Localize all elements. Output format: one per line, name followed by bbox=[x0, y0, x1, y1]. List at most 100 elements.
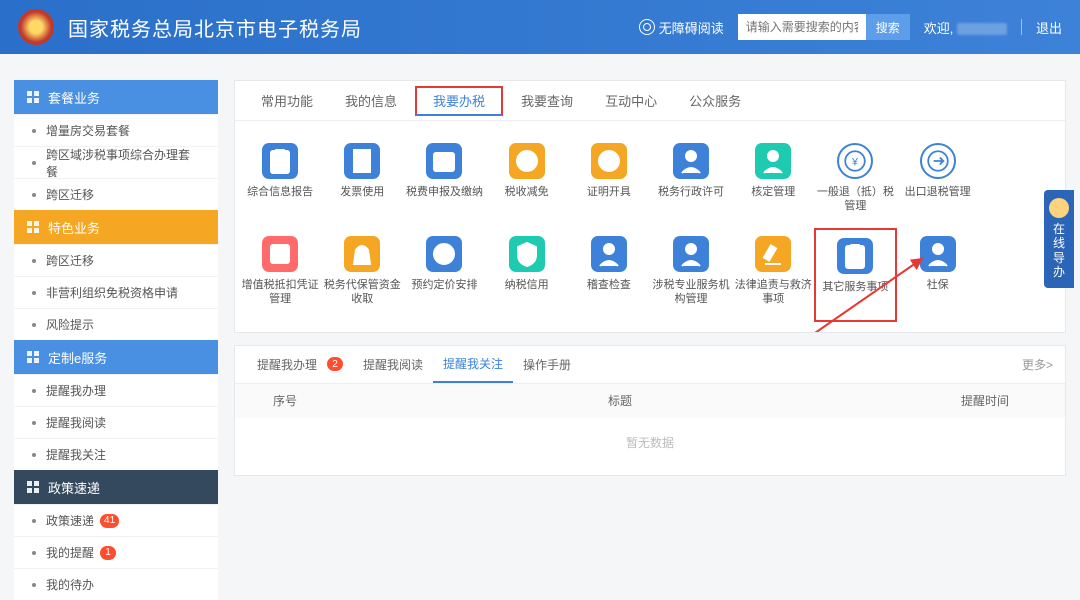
float-help-widget[interactable]: 在 线 导 办 bbox=[1044, 190, 1074, 288]
empty-state: 暂无数据 bbox=[235, 418, 1065, 475]
service-grid-item[interactable]: 预约定价安排 bbox=[403, 228, 485, 322]
main-tabs: 常用功能我的信息我要办税我要查询互动中心公众服务 bbox=[235, 81, 1065, 121]
service-grid-item[interactable]: 纳税信用 bbox=[486, 228, 568, 322]
clipboard-icon bbox=[262, 143, 298, 179]
refund-icon: ¥ bbox=[837, 143, 873, 179]
sidebar-group-header[interactable]: 政策速递 bbox=[14, 470, 218, 504]
service-grid-item[interactable]: ¥税收减免 bbox=[486, 135, 568, 228]
sidebar-item-label: 提醒我阅读 bbox=[46, 414, 106, 431]
sidebar-item-label: 增量房交易套餐 bbox=[46, 122, 130, 139]
app-logo bbox=[18, 9, 54, 45]
service-grid-item[interactable]: 税费申报及缴纳 bbox=[403, 135, 485, 228]
service-grid-item[interactable]: 其它服务事项 bbox=[814, 228, 896, 322]
service-grid-item[interactable]: 稽查检查 bbox=[568, 228, 650, 322]
sidebar-item[interactable]: 提醒我阅读 bbox=[14, 406, 218, 438]
sidebar-item-label: 跨区迁移 bbox=[46, 186, 94, 203]
sidebar-item[interactable]: 非营利组织免税资格申请 bbox=[14, 276, 218, 308]
service-label: 证明开具 bbox=[587, 185, 631, 211]
sidebar-item-label: 提醒我办理 bbox=[46, 382, 106, 399]
service-label: 稽查检查 bbox=[587, 278, 631, 304]
service-grid-item[interactable]: 核定管理 bbox=[732, 135, 814, 228]
badge: 1 bbox=[100, 546, 116, 560]
service-label: 核定管理 bbox=[751, 185, 795, 211]
service-grid-item[interactable]: 出口退税管理 bbox=[897, 135, 979, 228]
reminder-tab-label: 提醒我阅读 bbox=[363, 356, 423, 373]
sidebar-item[interactable]: 跨区迁移 bbox=[14, 244, 218, 276]
main-tab[interactable]: 我要办税 bbox=[415, 86, 503, 116]
sidebar-item-label: 我的提醒 bbox=[46, 544, 94, 561]
receipt-icon bbox=[344, 143, 380, 179]
badge: 41 bbox=[100, 514, 119, 528]
sidebar-item-label: 风险提示 bbox=[46, 316, 94, 333]
badge: 2 bbox=[327, 357, 343, 371]
sidebar-group-title: 套餐业务 bbox=[48, 88, 100, 107]
sidebar: 套餐业务增量房交易套餐跨区域涉税事项综合办理套餐跨区迁移特色业务跨区迁移非营利组… bbox=[14, 80, 218, 600]
float-l4: 办 bbox=[1053, 265, 1065, 279]
service-label: 一般退（抵）税管理 bbox=[816, 185, 894, 214]
app-title: 国家税务总局北京市电子税务局 bbox=[68, 13, 362, 42]
sidebar-item[interactable]: 我的待办 bbox=[14, 568, 218, 600]
reminder-tab[interactable]: 操作手册 bbox=[513, 346, 581, 383]
grid-icon bbox=[26, 90, 40, 104]
username-blurred bbox=[957, 23, 1007, 35]
welcome-label: 欢迎, bbox=[924, 21, 954, 36]
svg-text:¥: ¥ bbox=[522, 155, 530, 169]
service-grid-item[interactable]: 社保 bbox=[897, 228, 979, 322]
sidebar-group-header[interactable]: 套餐业务 bbox=[14, 80, 218, 114]
sidebar-item[interactable]: 提醒我办理 bbox=[14, 374, 218, 406]
reminder-tab-label: 提醒我关注 bbox=[443, 355, 503, 372]
calendar-icon bbox=[426, 143, 462, 179]
col-title: 标题 bbox=[335, 392, 905, 409]
logout-link[interactable]: 退出 bbox=[1036, 18, 1062, 37]
service-grid-item[interactable]: ¥证明开具 bbox=[568, 135, 650, 228]
gavel-icon bbox=[755, 236, 791, 272]
service-grid-item[interactable]: 税务代保管资金收取 bbox=[321, 228, 403, 322]
reminder-tab[interactable]: 提醒我阅读 bbox=[353, 346, 433, 383]
sidebar-group-header[interactable]: 特色业务 bbox=[14, 210, 218, 244]
sidebar-item[interactable]: 跨区域涉税事项综合办理套餐 bbox=[14, 146, 218, 178]
sidebar-item-label: 跨区迁移 bbox=[46, 252, 94, 269]
main-tab[interactable]: 公众服务 bbox=[673, 81, 757, 120]
service-label: 涉税专业服务机构管理 bbox=[652, 278, 730, 307]
clipboard-icon bbox=[837, 238, 873, 274]
search-box: 搜索 bbox=[738, 14, 910, 40]
float-l3: 导 bbox=[1053, 251, 1065, 265]
service-label: 社保 bbox=[927, 278, 949, 304]
more-link[interactable]: 更多> bbox=[1022, 356, 1053, 373]
accessible-reading-link[interactable]: 无障碍阅读 bbox=[639, 18, 724, 37]
sidebar-group-header[interactable]: 定制e服务 bbox=[14, 340, 218, 374]
svg-text:¥: ¥ bbox=[851, 156, 858, 168]
service-grid-item[interactable]: 综合信息报告 bbox=[239, 135, 321, 228]
main-tab[interactable]: 我要查询 bbox=[505, 81, 589, 120]
service-grid-item[interactable]: 法律追责与救济事项 bbox=[732, 228, 814, 322]
service-grid-item[interactable]: 增值税抵扣凭证管理 bbox=[239, 228, 321, 322]
search-input[interactable] bbox=[738, 14, 866, 40]
service-grid-item[interactable]: 发票使用 bbox=[321, 135, 403, 228]
reminder-tab-label: 操作手册 bbox=[523, 356, 571, 373]
float-l1: 在 bbox=[1053, 222, 1065, 236]
sidebar-item[interactable]: 提醒我关注 bbox=[14, 438, 218, 470]
sidebar-item[interactable]: 政策速递41 bbox=[14, 504, 218, 536]
service-grid-item[interactable]: 涉税专业服务机构管理 bbox=[650, 228, 732, 322]
service-grid-item[interactable]: ¥ 一般退（抵）税管理 bbox=[814, 135, 896, 228]
main-tab[interactable]: 互动中心 bbox=[589, 81, 673, 120]
sidebar-item[interactable]: 我的提醒 1 bbox=[14, 536, 218, 568]
reminder-tab[interactable]: 提醒我办理2 bbox=[247, 346, 353, 383]
float-l2: 线 bbox=[1053, 236, 1065, 250]
person-icon bbox=[920, 236, 956, 272]
service-label: 税费申报及缴纳 bbox=[406, 185, 483, 211]
doc-icon bbox=[26, 480, 40, 494]
service-label: 预约定价安排 bbox=[411, 278, 477, 304]
sidebar-item-label: 跨区域涉税事项综合办理套餐 bbox=[46, 146, 200, 180]
main-tab[interactable]: 我的信息 bbox=[329, 81, 413, 120]
col-time: 提醒时间 bbox=[905, 392, 1065, 409]
sidebar-item-label: 我的待办 bbox=[46, 576, 94, 593]
reminder-tab[interactable]: 提醒我关注 bbox=[433, 346, 513, 383]
sidebar-item[interactable]: 增量房交易套餐 bbox=[14, 114, 218, 146]
main-tab[interactable]: 常用功能 bbox=[245, 81, 329, 120]
service-grid-item[interactable]: 税务行政许可 bbox=[650, 135, 732, 228]
sidebar-item[interactable]: 风险提示 bbox=[14, 308, 218, 340]
sidebar-item[interactable]: 跨区迁移 bbox=[14, 178, 218, 210]
reminder-table-header: 序号 标题 提醒时间 bbox=[235, 384, 1065, 418]
search-button[interactable]: 搜索 bbox=[866, 14, 910, 40]
